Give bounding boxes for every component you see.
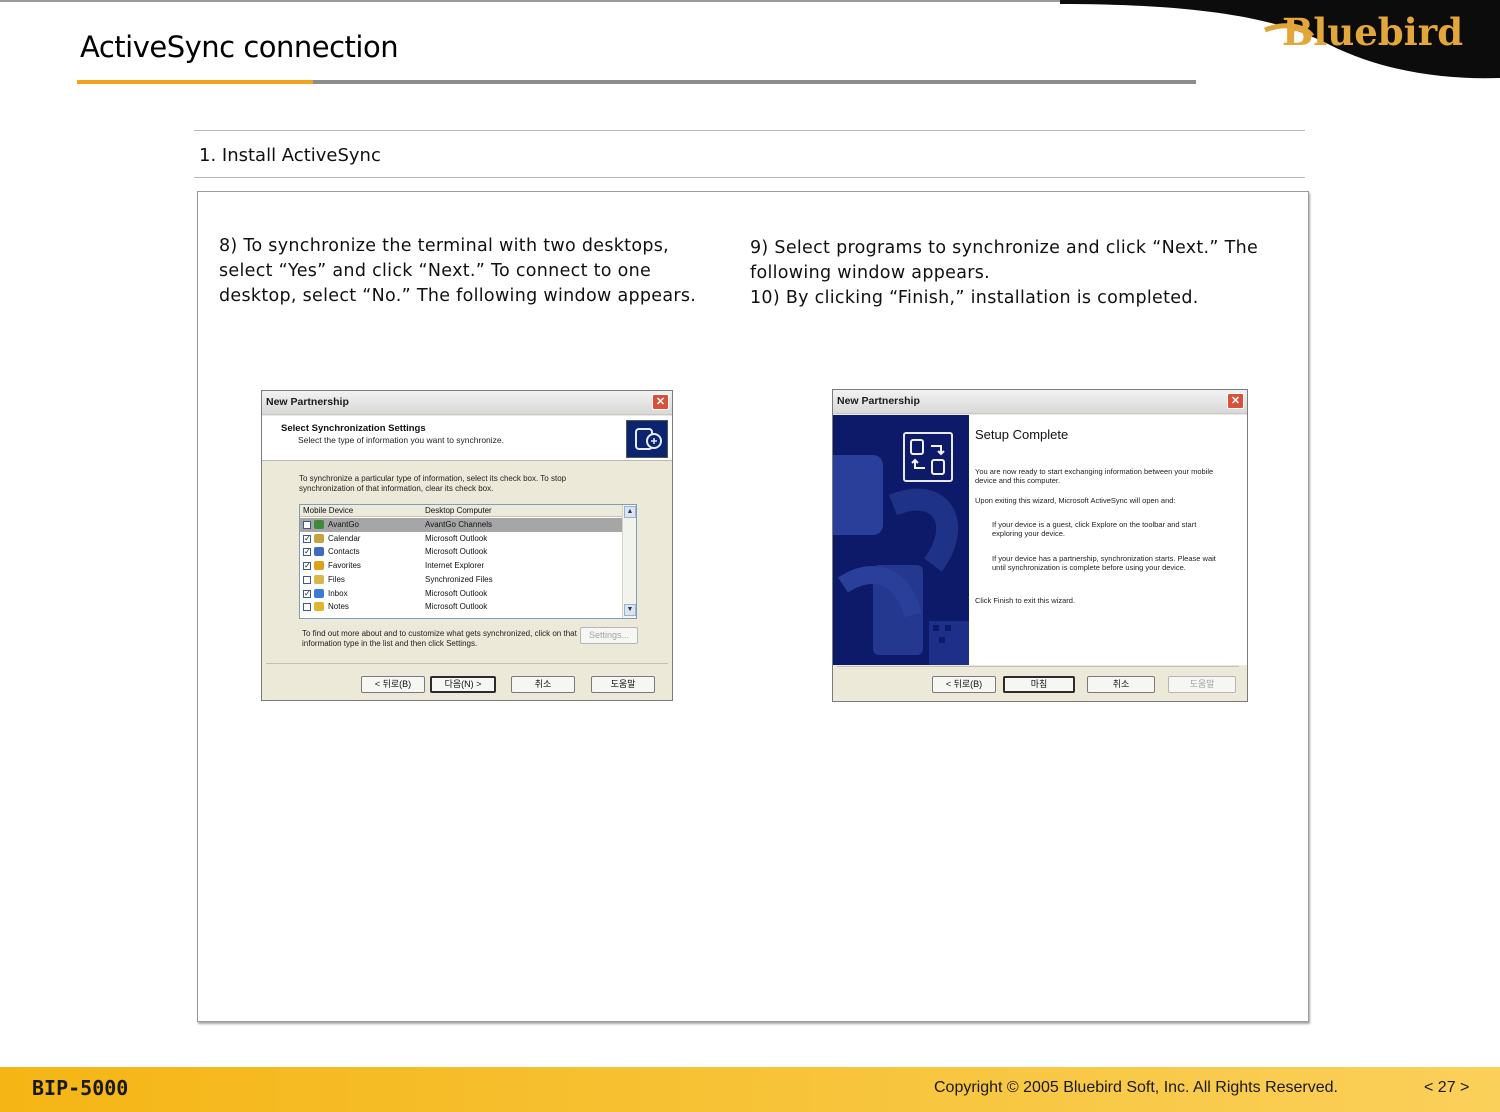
dialog-title: New Partnership	[266, 396, 349, 408]
setup-complete-heading: Setup Complete	[975, 427, 1069, 442]
section-heading: 1. Install ActiveSync	[199, 145, 381, 166]
footer-model: BIP-5000	[32, 1076, 129, 1100]
sync-devices-icon	[903, 432, 953, 482]
complete-para-3: Click Finish to exit this wizard.	[975, 596, 1076, 605]
sync-settings-dialog: New Partnership ✕ Select Synchronization…	[261, 390, 673, 701]
sync-checkbox[interactable]: ✓	[303, 534, 311, 543]
sync-item-icon	[314, 533, 324, 543]
scroll-up-icon[interactable]: ▲	[624, 506, 636, 518]
activesync-icon	[626, 420, 668, 458]
wizard-header-subtitle: Select the type of information you want …	[298, 435, 505, 445]
wizard-footer-text: To find out more about and to customize …	[302, 629, 577, 648]
step-10-text: 10) By clicking “Finish,” installation i…	[750, 288, 1199, 308]
desktop-item-label: Internet Explorer	[425, 561, 485, 571]
complete-para-1: You are now ready to start exchanging in…	[975, 467, 1214, 485]
cancel-button[interactable]: 취소	[1087, 676, 1155, 693]
desktop-item-label: Microsoft Outlook	[425, 547, 488, 557]
sync-checkbox[interactable]	[303, 521, 311, 529]
cancel-button[interactable]: 취소	[511, 676, 575, 693]
back-button[interactable]: < 뒤로(B)	[361, 676, 425, 693]
dialog-title: New Partnership	[837, 395, 920, 407]
sync-item-icon	[314, 602, 324, 612]
desktop-item-label: Microsoft Outlook	[425, 602, 488, 612]
help-button[interactable]: 도움말	[591, 676, 655, 693]
dialog-separator	[837, 666, 1239, 667]
mobile-item-label: Notes	[328, 602, 349, 612]
help-button[interactable]: 도움말	[1168, 676, 1236, 693]
list-header: Mobile Device Desktop Computer	[300, 505, 622, 517]
footer-copyright: Copyright © 2005 Bluebird Soft, Inc. All…	[934, 1079, 1338, 1096]
logo-text: Bluebird	[1282, 10, 1463, 54]
wizard-content: Setup Complete You are now ready to star…	[969, 415, 1247, 665]
dialog-titlebar: New Partnership ✕	[833, 390, 1247, 414]
column-header-desktop[interactable]: Desktop Computer	[425, 505, 492, 517]
footer-page-number: < 27 >	[1424, 1079, 1470, 1096]
next-button[interactable]: 다음(N) >	[430, 676, 496, 693]
title-underline-accent	[77, 80, 313, 84]
step-9-text: 9) Select programs to synchronize and cl…	[750, 238, 1259, 283]
sync-checkbox[interactable]	[303, 603, 311, 612]
sync-item-icon	[314, 574, 324, 584]
list-item[interactable]: ✓ Contacts Microsoft Outlook	[300, 545, 622, 559]
list-scrollbar[interactable]: ▲ ▼	[622, 505, 636, 618]
dialog-separator	[266, 663, 668, 664]
complete-bullet-2: If your device has a partnership, synchr…	[992, 554, 1216, 572]
wizard-side-graphic	[833, 415, 969, 665]
finish-button[interactable]: 마침	[1003, 676, 1075, 693]
sync-item-icon	[314, 547, 324, 557]
list-item[interactable]: Notes Microsoft Outlook	[300, 600, 622, 614]
wizard-header-title: Select Synchronization Settings	[281, 423, 426, 434]
desktop-item-label: AvantGo Channels	[425, 520, 493, 529]
mobile-item-label: Files	[328, 574, 345, 584]
sync-items-list: Mobile Device Desktop Computer AvantGo Av…	[299, 504, 637, 619]
column-header-mobile[interactable]: Mobile Device	[303, 505, 353, 517]
settings-button[interactable]: Settings...	[580, 627, 638, 644]
mobile-item-label: Calendar	[328, 533, 361, 543]
section-rule-top	[194, 130, 1305, 131]
mobile-item-label: Inbox	[328, 588, 348, 598]
bluebird-logo: Bluebird	[1060, 0, 1500, 79]
section-rule-bottom	[194, 177, 1305, 178]
sync-item-icon	[314, 561, 324, 571]
desktop-item-label: Microsoft Outlook	[425, 588, 488, 598]
sync-checkbox[interactable]	[303, 575, 311, 584]
step-9-10-text: 9) Select programs to synchronize and cl…	[750, 236, 1270, 311]
dialog-titlebar: New Partnership ✕	[262, 391, 672, 415]
desktop-item-label: Microsoft Outlook	[425, 533, 488, 543]
list-item[interactable]: ✓ Favorites Internet Explorer	[300, 559, 622, 573]
mobile-item-label: Favorites	[328, 561, 361, 571]
wizard-header: Select Synchronization Settings Select t…	[262, 416, 672, 461]
sync-checkbox[interactable]: ✓	[303, 589, 311, 598]
list-item[interactable]: ✓ Calendar Microsoft Outlook	[300, 532, 622, 546]
list-item[interactable]: ✓ Inbox Microsoft Outlook	[300, 587, 622, 601]
sync-checkbox[interactable]: ✓	[303, 548, 311, 557]
close-icon[interactable]: ✕	[1227, 393, 1244, 409]
close-icon[interactable]: ✕	[652, 394, 669, 410]
back-button[interactable]: < 뒤로(B)	[932, 676, 996, 693]
mobile-item-label: AvantGo	[328, 520, 359, 529]
list-item[interactable]: Files Synchronized Files	[300, 573, 622, 587]
mobile-item-label: Contacts	[328, 547, 360, 557]
desktop-item-label: Synchronized Files	[425, 574, 493, 584]
page-title: ActiveSync connection	[80, 30, 399, 64]
sync-item-icon	[314, 520, 324, 529]
setup-complete-dialog: New Partnership ✕ Setup Complete You are…	[832, 389, 1248, 702]
scroll-down-icon[interactable]: ▼	[624, 604, 636, 616]
step-8-text: 8) To synchronize the terminal with two …	[219, 236, 697, 306]
complete-bullet-1: If your device is a guest, click Explore…	[992, 520, 1197, 538]
complete-para-2: Upon exiting this wizard, Microsoft Acti…	[975, 496, 1176, 505]
sync-item-icon	[314, 588, 324, 598]
sync-checkbox[interactable]: ✓	[303, 562, 311, 571]
list-item[interactable]: AvantGo AvantGo Channels	[300, 518, 622, 532]
wizard-instructions: To synchronize a particular type of info…	[299, 474, 567, 493]
